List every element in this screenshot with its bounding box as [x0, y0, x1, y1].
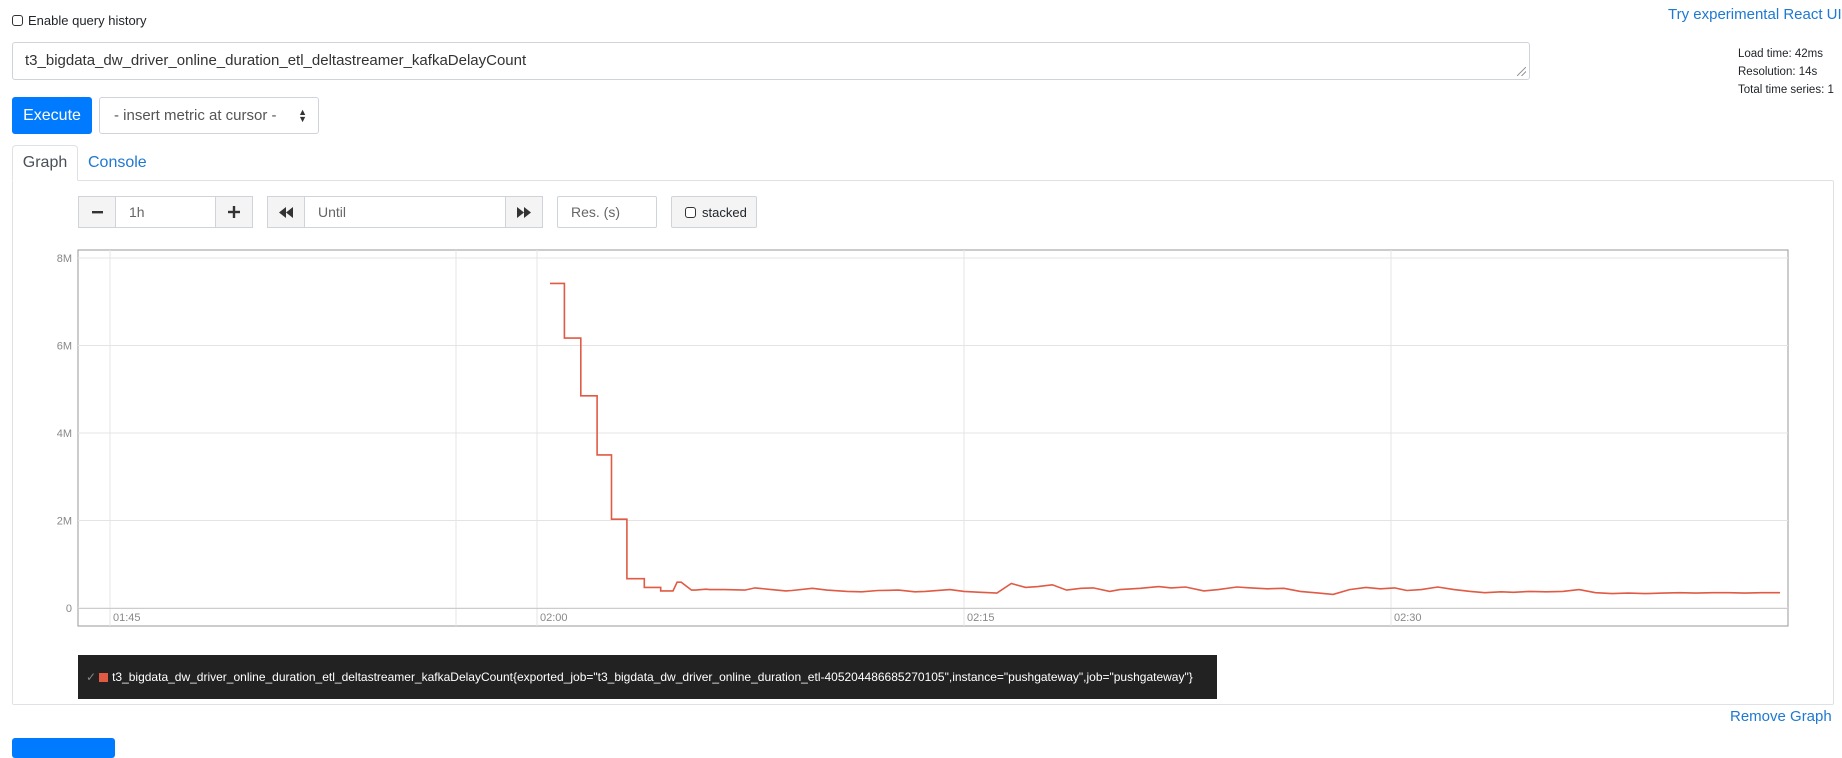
insert-metric-select[interactable]: - insert metric at cursor - ▲ ▼	[99, 97, 319, 134]
forward-icon	[517, 206, 531, 218]
legend-series-label: t3_bigdata_dw_driver_online_duration_etl…	[112, 670, 1193, 684]
range-input[interactable]: 1h	[115, 196, 216, 228]
resolution: Resolution: 14s	[1738, 66, 1818, 78]
y-tick-label: 4M	[57, 428, 72, 440]
range-increase-button[interactable]	[215, 196, 253, 228]
query-history-toggle[interactable]: Enable query history	[12, 13, 147, 28]
query-history-checkbox[interactable]	[12, 15, 23, 26]
insert-metric-label: - insert metric at cursor -	[114, 107, 277, 124]
x-tick-label: 02:00	[540, 612, 568, 624]
total-time-series: Total time series: 1	[1738, 84, 1834, 96]
resize-grip-icon[interactable]	[1517, 67, 1526, 76]
backward-icon	[279, 206, 293, 218]
y-tick-label: 6M	[57, 341, 72, 353]
y-tick-label: 2M	[57, 516, 72, 528]
expression-text: t3_bigdata_dw_driver_online_duration_etl…	[25, 52, 527, 69]
load-time: Load time: 42ms	[1738, 48, 1824, 60]
execute-button[interactable]: Execute	[12, 97, 92, 134]
resolution-placeholder: Res. (s)	[571, 204, 620, 220]
x-tick-label: 02:15	[967, 612, 995, 624]
remove-graph-link[interactable]: Remove Graph	[1730, 708, 1832, 725]
legend-check-icon: ✓	[86, 670, 97, 684]
graph-chart: 0 2M 4M 6M 8M 01:45 02:00 02:15 02:30	[57, 249, 1789, 627]
x-tick-label: 01:45	[113, 612, 141, 624]
tab-graph[interactable]: Graph	[12, 145, 78, 181]
tab-console[interactable]: Console	[86, 145, 149, 181]
resolution-input[interactable]: Res. (s)	[557, 196, 657, 228]
x-tick-label: 02:30	[1394, 612, 1422, 624]
stacked-toggle[interactable]: stacked	[671, 196, 757, 228]
y-tick-label: 8M	[57, 253, 72, 265]
stacked-label: stacked	[702, 204, 747, 220]
series-legend[interactable]: ✓ t3_bigdata_dw_driver_online_duration_e…	[78, 655, 1217, 699]
plot-frame	[77, 249, 1789, 627]
time-forward-button[interactable]	[505, 196, 543, 228]
minus-icon	[91, 210, 103, 213]
y-tick-label: 0	[66, 603, 72, 615]
add-graph-button[interactable]	[12, 738, 115, 758]
stacked-checkbox[interactable]	[685, 206, 696, 218]
until-placeholder: Until	[318, 204, 347, 220]
range-value: 1h	[129, 204, 145, 220]
legend-color-swatch	[99, 672, 109, 682]
react-ui-link[interactable]: Try experimental React UI	[1668, 6, 1842, 23]
plus-icon	[228, 206, 240, 218]
query-stats: Load time: 42ms Resolution: 14s Total ti…	[1738, 45, 1834, 99]
query-history-label: Enable query history	[28, 13, 147, 28]
select-arrows-icon: ▲ ▼	[298, 107, 307, 124]
expression-input[interactable]: t3_bigdata_dw_driver_online_duration_etl…	[12, 42, 1530, 80]
until-input[interactable]: Until	[304, 196, 506, 228]
range-decrease-button[interactable]	[78, 196, 116, 228]
time-back-button[interactable]	[267, 196, 305, 228]
